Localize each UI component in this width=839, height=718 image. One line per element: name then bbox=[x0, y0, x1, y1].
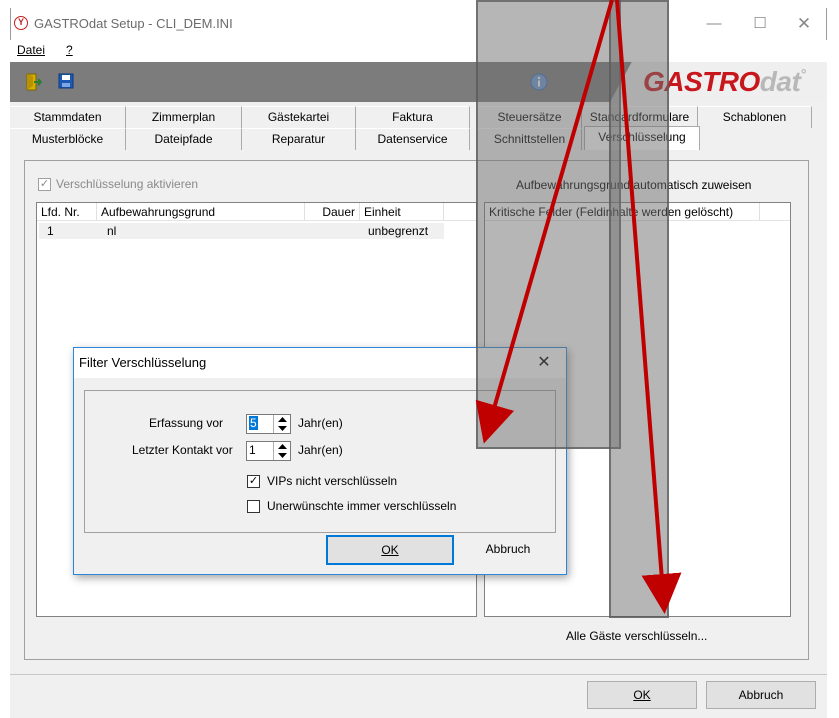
red-arrow-2 bbox=[615, 0, 682, 614]
annotation-arrows bbox=[475, 0, 682, 614]
red-arrow-1 bbox=[475, 0, 614, 444]
